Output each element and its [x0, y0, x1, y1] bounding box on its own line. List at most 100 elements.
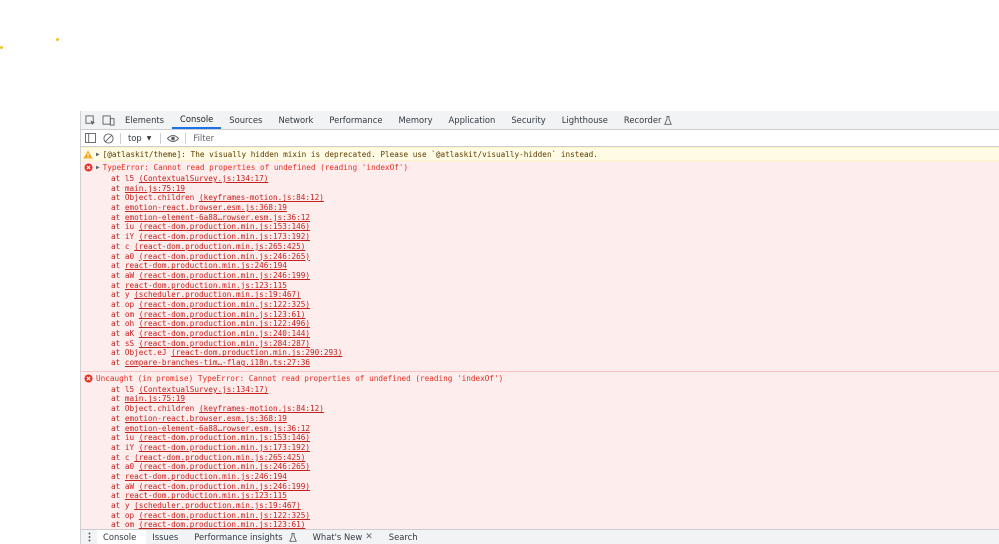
tab-elements[interactable]: Elements [117, 111, 172, 129]
stack-frame-source-link[interactable]: emotion-element-6a88…rowser.esm.js:36:12 [125, 424, 310, 433]
stack-frame: at c (react-dom.production.min.js:265:42… [81, 242, 999, 252]
message-text: TypeError: Cannot read properties of und… [102, 163, 409, 172]
tab-security[interactable]: Security [503, 111, 553, 129]
stack-frame: at a0 (react-dom.production.min.js:246:2… [81, 462, 999, 472]
console-error-message[interactable]: ▶ TypeError: Cannot read properties of un… [81, 161, 999, 372]
tab-recorder[interactable]: Recorder [616, 111, 681, 129]
stack-frame: at l5 (ContextualSurvey.js:134:17) [81, 174, 999, 184]
stack-frame-function: at iY [111, 232, 139, 242]
tab-sources[interactable]: Sources [221, 111, 270, 129]
context-selector[interactable]: top ▼ [124, 133, 157, 143]
live-expression-button[interactable] [164, 134, 182, 143]
toolbar-divider [120, 132, 121, 144]
stack-frame-source-link[interactable]: (react-dom.production.min.js:240:144) [139, 329, 310, 338]
stack-frame-function: at [111, 491, 125, 501]
stack-frame-function: at [111, 183, 125, 193]
stack-frame: at react-dom.production.min.js:123:115 [81, 491, 999, 501]
stack-frame-source-link[interactable]: (ContextualSurvey.js:134:17) [139, 385, 269, 394]
drawer-tabbar: Console Issues Performance insights What's … [81, 529, 999, 544]
stack-frame-source-link[interactable]: (react-dom.production.min.js:122:325) [139, 511, 310, 520]
tab-console[interactable]: Console [172, 111, 222, 129]
stack-frame-function: at [111, 358, 125, 368]
stack-frame: at iu (react-dom.production.min.js:153:1… [81, 222, 999, 232]
stack-frame-source-link[interactable]: (react-dom.production.min.js:290:293) [171, 348, 342, 357]
stack-frame-source-link[interactable]: react-dom.production.min.js:123:115 [125, 491, 287, 500]
stack-frame-source-link[interactable]: main.js:75:19 [125, 394, 185, 403]
stack-frame-source-link[interactable]: (react-dom.production.min.js:153:146) [139, 433, 310, 442]
stack-frame: at emotion-react.browser.esm.js:368:19 [81, 414, 999, 424]
stack-frame: at aK (react-dom.production.min.js:240:1… [81, 329, 999, 339]
device-toolbar-button[interactable] [99, 111, 117, 129]
stack-frame-source-link[interactable]: (react-dom.production.min.js:173:192) [139, 443, 310, 452]
drawer-tab-what-s-new[interactable]: What's New ✕ [307, 530, 383, 544]
stack-frame-source-link[interactable]: (ContextualSurvey.js:134:17) [139, 174, 269, 183]
stack-frame: at op (react-dom.production.min.js:122:3… [81, 511, 999, 521]
tab-application[interactable]: Application [441, 111, 504, 129]
message-text: [@atlaskit/theme]: The visually hidden m… [102, 150, 598, 159]
console-error-message[interactable]: Uncaught (in promise) TypeError: Cannot … [81, 371, 999, 530]
tab-network[interactable]: Network [270, 111, 321, 129]
close-icon[interactable]: ✕ [365, 532, 373, 542]
expand-triangle-icon[interactable]: ▶ [96, 148, 100, 161]
decor-dot [56, 38, 59, 41]
drawer-tab-performance-insights[interactable]: Performance insights [188, 530, 306, 544]
stack-frame: at c (react-dom.production.min.js:265:42… [81, 453, 999, 463]
stack-frame: at emotion-element-6a88…rowser.esm.js:36… [81, 424, 999, 434]
stack-frame-source-link[interactable]: (scheduler.production.min.js:19:467) [134, 290, 301, 299]
stack-frame-source-link[interactable]: (react-dom.production.min.js:122:496) [139, 319, 310, 328]
tab-label: Sources [229, 115, 263, 125]
filter-input[interactable] [193, 133, 394, 143]
tab-memory[interactable]: Memory [390, 111, 440, 129]
stack-frame-source-link[interactable]: (keyframes-motion.js:84:12) [199, 193, 324, 202]
clear-console-button[interactable] [99, 132, 117, 144]
tab-label: Console [180, 114, 214, 124]
stack-frame-source-link[interactable]: (react-dom.production.min.js:284:287) [139, 339, 310, 348]
drawer-tab-issues[interactable]: Issues [146, 530, 188, 544]
inspect-icon [84, 114, 95, 125]
tab-performance[interactable]: Performance [321, 111, 390, 129]
stack-frame-source-link[interactable]: react-dom.production.min.js:246:194 [125, 261, 287, 270]
stack-frame: at l5 (ContextualSurvey.js:134:17) [81, 385, 999, 395]
stack-frame-source-link[interactable]: (react-dom.production.min.js:246:199) [139, 271, 310, 280]
stack-frame-source-link[interactable]: emotion-react.browser.esm.js:368:19 [125, 414, 287, 423]
drawer-tab-search[interactable]: Search [383, 530, 428, 544]
tab-lighthouse[interactable]: Lighthouse [554, 111, 616, 129]
stack-frame-source-link[interactable]: (react-dom.production.min.js:246:265) [139, 252, 310, 261]
stack-frame-source-link[interactable]: (react-dom.production.min.js:122:325) [139, 300, 310, 309]
tab-label: Application [448, 115, 496, 125]
stack-frame-function: at iu [111, 222, 139, 232]
inspect-element-button[interactable] [81, 111, 99, 129]
stack-frame-function: at [111, 280, 125, 290]
stack-frame-source-link[interactable]: react-dom.production.min.js:123:115 [125, 281, 287, 290]
stack-frame: at y (scheduler.production.min.js:19:467… [81, 290, 999, 300]
stack-frame-source-link[interactable]: emotion-react.browser.esm.js:368:19 [125, 203, 287, 212]
tab-label: Recorder [623, 115, 662, 125]
stack-frame-source-link[interactable]: (scheduler.production.min.js:19:467) [134, 501, 301, 510]
console-toolbar: top ▼ [81, 130, 999, 147]
stack-frame-source-link[interactable]: (react-dom.production.min.js:173:192) [139, 232, 310, 241]
stack-frame-source-link[interactable]: (react-dom.production.min.js:265:425) [134, 453, 305, 462]
stack-frame-source-link[interactable]: (react-dom.production.min.js:265:425) [134, 242, 305, 251]
stack-frame: at compare-branches-tim…-flag.i18n.ts:27… [81, 358, 999, 368]
stack-frame-source-link[interactable]: emotion-element-6a88…rowser.esm.js:36:12 [125, 213, 310, 222]
drawer-tab-console[interactable]: Console [97, 529, 147, 544]
stack-frame: at react-dom.production.min.js:246:194 [81, 261, 999, 271]
stack-frame-source-link[interactable]: (react-dom.production.min.js:153:146) [139, 222, 310, 231]
stack-frame: at emotion-element-6a88…rowser.esm.js:36… [81, 213, 999, 223]
stack-frame-function: at y [111, 290, 135, 300]
sidebar-toggle-button[interactable] [81, 133, 99, 143]
stack-frame-source-link[interactable]: (react-dom.production.min.js:123:61) [139, 310, 306, 319]
stack-frame: at y (scheduler.production.min.js:19:467… [81, 501, 999, 511]
stack-frame-source-link[interactable]: main.js:75:19 [125, 184, 185, 193]
stack-frame-source-link[interactable]: react-dom.production.min.js:246:194 [125, 472, 287, 481]
stack-frame-source-link[interactable]: (react-dom.production.min.js:246:199) [139, 482, 310, 491]
stack-frame-source-link[interactable]: (keyframes-motion.js:84:12) [199, 404, 324, 413]
expand-triangle-icon[interactable]: ▶ [96, 161, 100, 174]
drawer-menu-button[interactable] [81, 532, 97, 542]
stack-frame: at iu (react-dom.production.min.js:153:1… [81, 433, 999, 443]
stack-frame: at react-dom.production.min.js:246:194 [81, 472, 999, 482]
error-icon [83, 163, 93, 172]
stack-frame-source-link[interactable]: (react-dom.production.min.js:246:265) [139, 462, 310, 471]
stack-frame-source-link[interactable]: compare-branches-tim…-flag.i18n.ts:27:36 [125, 358, 310, 367]
console-warning-message[interactable]: ▶ [@atlaskit/theme]: The visually hidden … [81, 147, 999, 161]
